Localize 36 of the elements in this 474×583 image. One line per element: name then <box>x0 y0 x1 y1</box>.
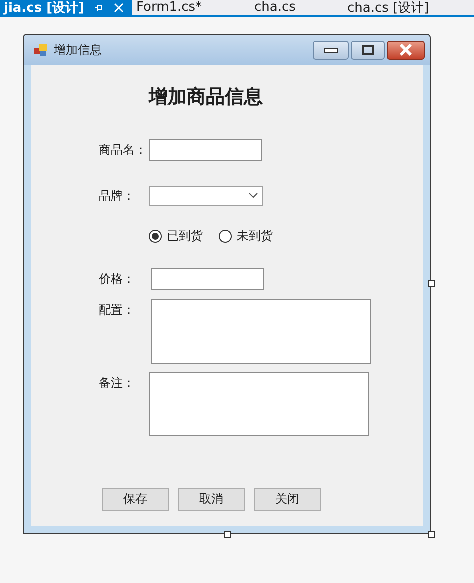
field-label: 品牌： <box>99 188 136 204</box>
input-field[interactable] <box>151 268 264 290</box>
radio-option[interactable]: 未到货 <box>219 228 273 244</box>
field-label: 备注： <box>99 375 136 392</box>
editor-tab[interactable]: cha.cs <box>242 0 336 15</box>
close-button[interactable] <box>387 40 425 60</box>
field-label: 配置： <box>99 302 136 319</box>
field-label: 价格： <box>99 270 136 288</box>
editor-tab[interactable]: Form1.cs* <box>132 0 242 15</box>
input-field[interactable] <box>149 139 262 161</box>
text-area[interactable] <box>151 299 371 364</box>
radio-icon[interactable] <box>219 230 232 242</box>
dropdown-field[interactable] <box>149 186 263 206</box>
editor-tab[interactable]: jia.cs [设计] <box>0 0 132 15</box>
pin-icon[interactable] <box>94 2 104 12</box>
chevron-icon <box>249 193 258 199</box>
minimize-icon <box>324 48 338 52</box>
resize-handle[interactable] <box>224 531 231 538</box>
field-label: 商品名： <box>99 142 148 158</box>
editor-tab[interactable]: cha.cs [设计] <box>335 0 442 15</box>
close-icon[interactable] <box>114 2 124 12</box>
form-button[interactable]: 取消 <box>178 488 245 511</box>
radio-option[interactable]: 已到货 <box>149 228 203 244</box>
maximize-button[interactable] <box>351 40 385 60</box>
text-area[interactable] <box>149 372 369 436</box>
resize-handle[interactable] <box>428 280 435 287</box>
form-button[interactable]: 保存 <box>102 488 169 511</box>
app-icon <box>34 43 48 57</box>
resize-handle[interactable] <box>428 531 435 538</box>
close-icon <box>399 44 413 56</box>
form-button[interactable]: 关闭 <box>254 488 321 511</box>
window-title: 增加信息 <box>54 42 103 58</box>
radio-icon[interactable] <box>149 230 162 242</box>
minimize-button[interactable] <box>313 40 349 60</box>
maximize-icon <box>362 45 374 55</box>
form-heading: 增加商品信息 <box>148 85 264 110</box>
